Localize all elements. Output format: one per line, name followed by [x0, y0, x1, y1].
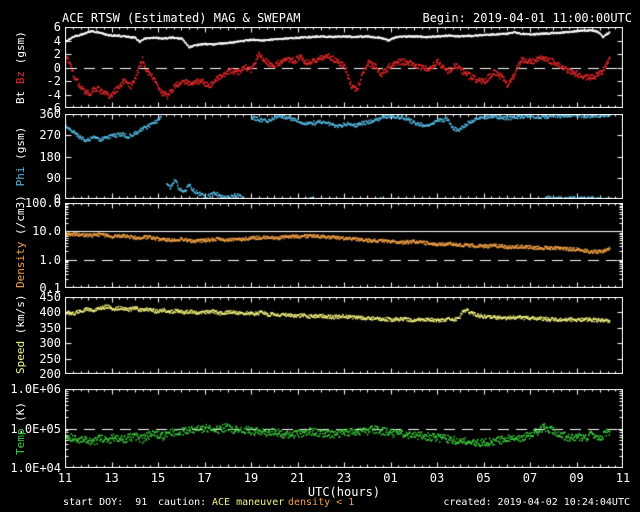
y-axis-title-speed: Speed (km/s): [14, 294, 27, 374]
y-tick-label-bt-bz: -4: [46, 87, 61, 102]
caution-ace-maneuver: ACE maneuver: [212, 497, 285, 508]
plot-title: ACE RTSW (Estimated) MAG & SWEPAM: [62, 11, 301, 25]
y-axis-title-segment: (gsm): [14, 126, 27, 167]
caution-density-warning: density < 1: [288, 497, 355, 508]
y-axis-title-segment: (km/s): [14, 294, 27, 341]
caution-label: caution:: [158, 497, 207, 508]
panel-canvas-temp: [65, 389, 623, 468]
panel-canvas-density: [65, 203, 623, 288]
y-tick-label-speed: 200: [39, 367, 61, 381]
created-timestamp: created: 2019-04-02 10:24:04UTC: [443, 497, 630, 508]
y-axis-title-bt-bz: Bt Bz (gsm): [14, 27, 27, 108]
x-tick-label: 19: [243, 471, 259, 485]
x-tick-label: 05: [476, 471, 491, 485]
x-tick-label: 13: [104, 471, 119, 485]
x-tick-label: 23: [336, 471, 352, 485]
y-tick-label-bt-bz: 0: [53, 60, 61, 75]
y-tick-label-density: 10.0: [32, 224, 61, 239]
y-tick-label-phi: 90: [46, 170, 61, 185]
y-tick-label-bt-bz: 6: [53, 20, 61, 34]
y-tick-label-phi: 270: [39, 128, 61, 143]
y-axis-title-segment: (gsm): [14, 31, 27, 71]
panel-canvas-speed: [65, 297, 623, 374]
y-tick-label-speed: 250: [39, 351, 61, 366]
x-tick-label: 03: [429, 471, 445, 485]
x-tick-label: 07: [522, 471, 538, 485]
y-axis-title-segment: Temp: [14, 428, 27, 456]
y-tick-label-density: 100.0: [24, 196, 61, 210]
y-tick-label-bt-bz: 2: [53, 47, 61, 61]
y-tick-label-temp: 1.0E+05: [10, 421, 61, 436]
y-tick-label-speed: 350: [39, 320, 61, 335]
x-tick-label: 01: [383, 471, 398, 485]
start-doy-label: start DOY: 91: [63, 497, 148, 508]
y-tick-label-bt-bz: -2: [46, 74, 61, 88]
x-tick-label: 09: [569, 471, 584, 485]
y-axis-title-segment: Density: [14, 241, 27, 288]
x-tick-label: 15: [150, 471, 166, 485]
x-tick-label: 17: [197, 471, 212, 485]
y-tick-label-speed: 400: [39, 305, 61, 320]
y-tick-label-density: 1.0: [39, 252, 61, 267]
y-axis-title-segment: Bz: [14, 70, 27, 85]
y-tick-label-bt-bz: 4: [53, 33, 61, 48]
y-axis-title-segment: Speed: [14, 340, 27, 374]
y-axis-title-segment: Bt: [14, 84, 27, 104]
y-axis-title-segment: (/cm3): [14, 195, 27, 242]
y-tick-label-phi: 180: [39, 149, 61, 164]
y-tick-label-speed: 450: [39, 290, 61, 304]
y-tick-label-speed: 300: [39, 336, 61, 351]
y-tick-label-temp: 1.0E+06: [10, 382, 61, 396]
begin-timestamp: Begin: 2019-04-01 11:00:00UTC: [422, 11, 632, 25]
y-axis-title-phi: Phi (gsm): [14, 114, 27, 199]
y-axis-title-segment: Phi: [14, 166, 27, 187]
panel-canvas-bt-bz: [65, 27, 623, 108]
x-tick-label: 11: [57, 471, 73, 485]
x-tick-label: 11: [615, 471, 631, 485]
x-tick-label: 21: [290, 471, 305, 485]
y-axis-title-segment: (K): [14, 402, 27, 429]
y-axis-title-density: Density (/cm3): [14, 195, 27, 288]
y-tick-label-phi: 360: [39, 107, 61, 121]
panel-canvas-phi: [65, 114, 623, 199]
y-axis-title-temp: Temp (K): [14, 389, 27, 468]
ace-rtsw-plot-screen: ACE RTSW (Estimated) MAG & SWEPAM Begin:…: [0, 0, 640, 512]
